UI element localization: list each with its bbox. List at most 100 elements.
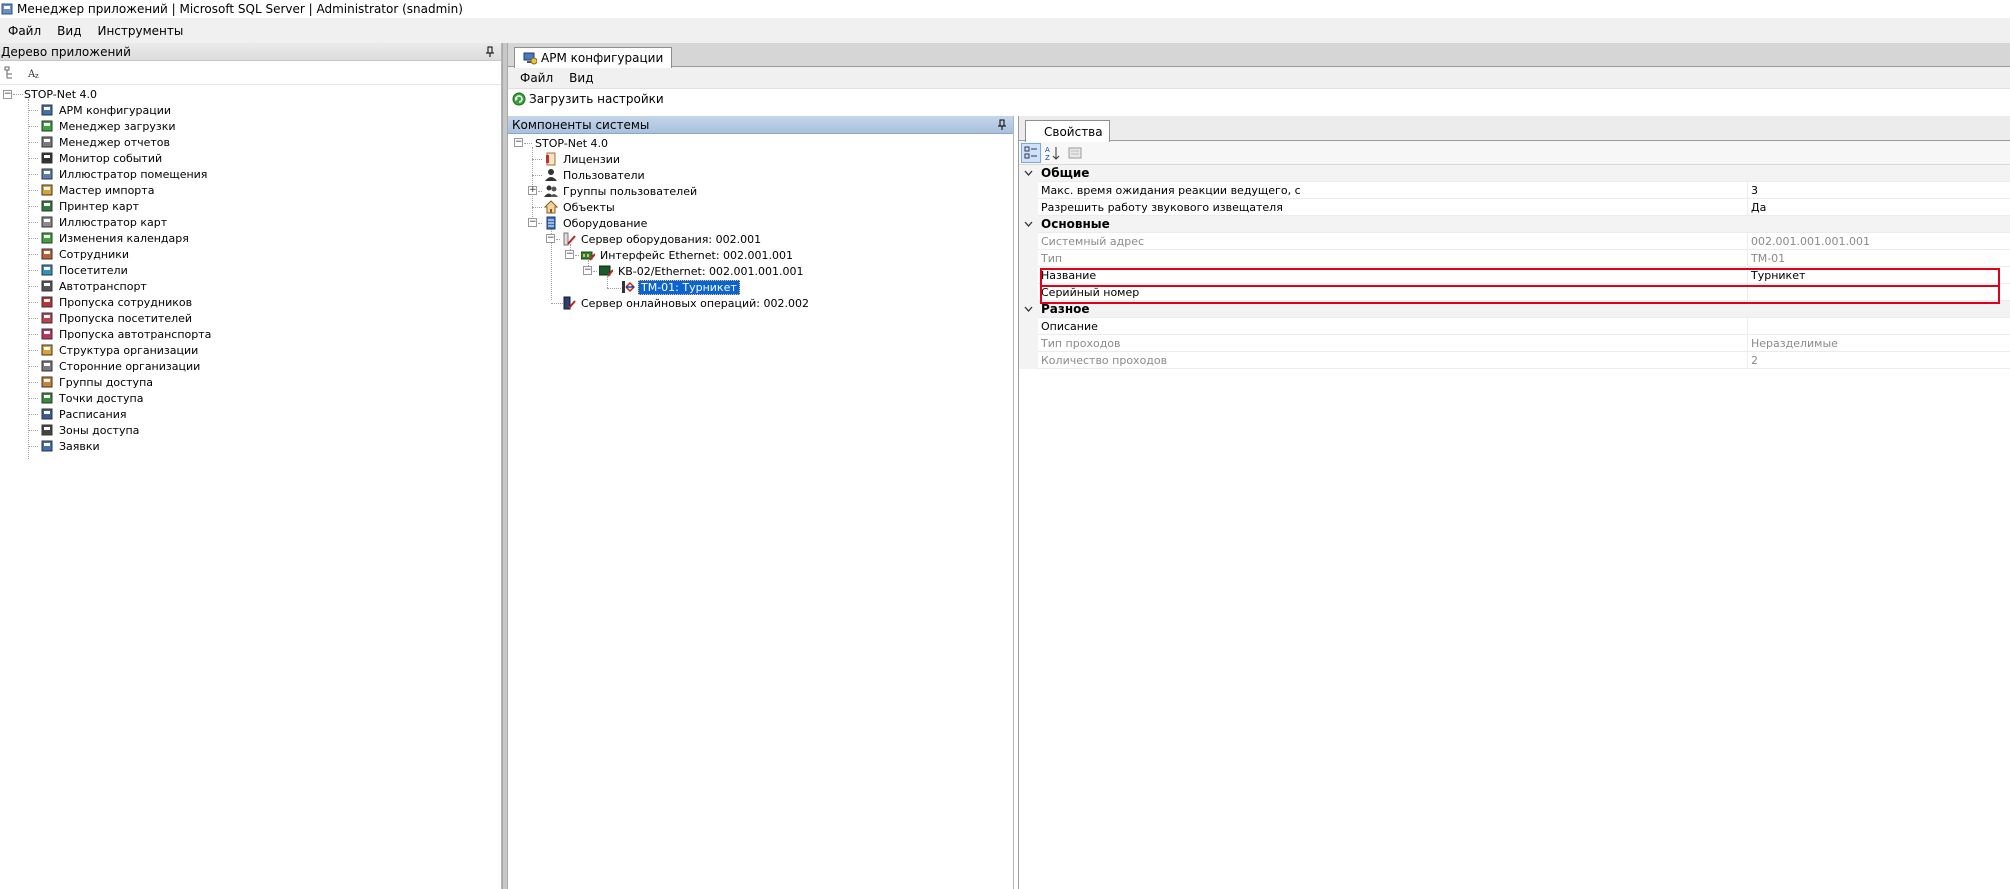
app-tree-item-label: Пропуска посетителей bbox=[59, 311, 193, 325]
user-groups-toggle[interactable]: + bbox=[528, 186, 537, 195]
categorized-view-button[interactable] bbox=[1021, 142, 1041, 163]
property-name: Макс. время ожидания реакции ведущего, с bbox=[1038, 181, 1748, 199]
access-zones-icon bbox=[41, 424, 53, 436]
alphabetical-view-button[interactable]: A Z bbox=[1043, 143, 1063, 163]
equipment-toggle[interactable]: − bbox=[528, 218, 537, 227]
menu-view[interactable]: Вид bbox=[49, 24, 89, 38]
node-equipment[interactable]: Оборудование bbox=[544, 215, 649, 231]
app-tree-item[interactable]: Посетители bbox=[40, 262, 130, 278]
document-toolbar: Загрузить настройки bbox=[508, 89, 2010, 109]
property-value[interactable]: Да bbox=[1748, 199, 2010, 216]
app-tree-item[interactable]: Принтер карт bbox=[40, 198, 141, 214]
tree-view-button[interactable] bbox=[2, 64, 20, 82]
controller-toggle[interactable]: − bbox=[583, 266, 592, 275]
row-gutter bbox=[1019, 181, 1038, 199]
property-row[interactable]: Тип проходов Неразделимые bbox=[1019, 334, 2010, 352]
controller-icon bbox=[599, 265, 613, 277]
root-collapse-toggle[interactable]: − bbox=[3, 90, 12, 99]
property-value[interactable]: Турникет bbox=[1748, 267, 2010, 284]
app-tree-item[interactable]: Структура организации bbox=[40, 342, 200, 358]
menu-tools[interactable]: Инструменты bbox=[89, 24, 191, 38]
category-general[interactable]: Общие bbox=[1019, 164, 2010, 182]
property-row-serial[interactable]: Серийный номер bbox=[1019, 283, 2010, 301]
workstation-config-icon bbox=[41, 104, 53, 116]
sort-alpha-button[interactable]: A z bbox=[26, 64, 44, 82]
collapse-main-icon[interactable] bbox=[1019, 215, 1038, 233]
app-tree-item[interactable]: Пропуска сотрудников bbox=[40, 294, 194, 310]
tree-root[interactable]: STOP-Net 4.0 bbox=[22, 86, 99, 102]
app-tree-item[interactable]: Пропуска посетителей bbox=[40, 310, 194, 326]
node-users-label: Пользователи bbox=[563, 168, 645, 182]
app-tree-item[interactable]: Автотранспорт bbox=[40, 278, 149, 294]
card-designer-icon bbox=[41, 216, 53, 228]
document-menu-bar: Файл Вид bbox=[508, 67, 2010, 89]
node-equipment-server[interactable]: Сервер оборудования: 002.001 bbox=[562, 231, 763, 247]
app-tree-item[interactable]: Группы доступа bbox=[40, 374, 155, 390]
property-pages-button[interactable] bbox=[1065, 143, 1085, 163]
load-settings-button[interactable]: Загрузить настройки bbox=[512, 92, 664, 106]
node-online-server[interactable]: Сервер онлайновых операций: 002.002 bbox=[562, 295, 811, 311]
property-value: 002.001.001.001.001 bbox=[1751, 234, 1870, 248]
app-tree-item[interactable]: Мастер импорта bbox=[40, 182, 156, 198]
property-row[interactable]: Количество проходов 2 bbox=[1019, 351, 2010, 369]
node-controller[interactable]: KB-02/Ethernet: 002.001.001.001 bbox=[599, 263, 806, 279]
doc-menu-view[interactable]: Вид bbox=[561, 71, 601, 85]
property-value[interactable]: 3 bbox=[1748, 182, 2010, 199]
eye-icon bbox=[41, 152, 53, 164]
user-group-icon bbox=[544, 185, 558, 197]
visitor-pass-icon bbox=[41, 312, 53, 324]
node-users[interactable]: Пользователи bbox=[544, 167, 647, 183]
node-turnstile[interactable]: TM-01: Турникет bbox=[621, 279, 740, 295]
property-row[interactable]: Тип TM-01 bbox=[1019, 249, 2010, 267]
property-row[interactable]: Описание bbox=[1019, 317, 2010, 335]
app-icon bbox=[1, 3, 13, 15]
pin-icon[interactable] bbox=[485, 46, 495, 58]
app-tree-item[interactable]: Пропуска автотранспорта bbox=[40, 326, 213, 342]
property-row[interactable]: Макс. время ожидания реакции ведущего, с… bbox=[1019, 181, 2010, 199]
tab-properties[interactable]: Свойства bbox=[1025, 120, 1110, 142]
schedule-icon bbox=[41, 408, 53, 420]
app-tree-item-label: Изменения календаря bbox=[59, 231, 189, 245]
app-tree-item[interactable]: Сторонние организации bbox=[40, 358, 202, 374]
components-root-toggle[interactable]: − bbox=[514, 138, 523, 147]
property-row[interactable]: Разрешить работу звукового извещателя Да bbox=[1019, 198, 2010, 216]
app-tree-item[interactable]: Расписания bbox=[40, 406, 129, 422]
app-tree-item[interactable]: Изменения календаря bbox=[40, 230, 191, 246]
app-tree-item[interactable]: Иллюстратор помещения bbox=[40, 166, 209, 182]
app-tree-item[interactable]: Зоны доступа bbox=[40, 422, 141, 438]
components-pin-icon[interactable] bbox=[997, 119, 1007, 131]
doc-menu-file[interactable]: Файл bbox=[512, 71, 561, 85]
node-ethernet-interface[interactable]: Интерфейс Ethernet: 002.001.001 bbox=[581, 247, 795, 263]
tree-view-icon bbox=[4, 66, 12, 78]
collapse-general-icon[interactable] bbox=[1019, 164, 1038, 182]
property-row[interactable]: Системный адрес 002.001.001.001.001 bbox=[1019, 232, 2010, 250]
category-main[interactable]: Основные bbox=[1019, 215, 2010, 233]
network-card-icon bbox=[581, 251, 595, 261]
app-tree-title: Дерево приложений bbox=[1, 44, 131, 59]
equipment-server-toggle[interactable]: − bbox=[546, 234, 555, 243]
ethernet-interface-toggle[interactable]: − bbox=[565, 250, 574, 259]
app-tree-item-label: Мастер импорта bbox=[59, 183, 155, 197]
app-tree-item[interactable]: АРМ конфигурации bbox=[40, 102, 173, 118]
app-tree-item[interactable]: Менеджер отчетов bbox=[40, 134, 172, 150]
app-tree-item[interactable]: Сотрудники bbox=[40, 246, 131, 262]
property-row-name[interactable]: Название Турникет bbox=[1019, 266, 2010, 284]
node-objects[interactable]: Объекты bbox=[544, 199, 617, 215]
app-tree-item[interactable]: Менеджер загрузки bbox=[40, 118, 177, 134]
collapse-misc-icon[interactable] bbox=[1019, 300, 1038, 318]
app-tree-item[interactable]: Иллюстратор карт bbox=[40, 214, 169, 230]
category-misc[interactable]: Разное bbox=[1019, 300, 2010, 318]
components-root[interactable]: STOP-Net 4.0 bbox=[533, 135, 610, 151]
row-gutter bbox=[1019, 232, 1038, 250]
tab-workstation-config[interactable]: АРМ конфигурации bbox=[514, 47, 673, 68]
app-tree-item[interactable]: Точки доступа bbox=[40, 390, 145, 406]
house-icon bbox=[544, 200, 558, 214]
menu-file[interactable]: Файл bbox=[0, 24, 49, 38]
app-tree-item[interactable]: Монитор событий bbox=[40, 150, 164, 166]
node-licenses[interactable]: Лицензии bbox=[544, 151, 622, 167]
property-value[interactable] bbox=[1748, 318, 2010, 335]
node-user-groups[interactable]: Группы пользователей bbox=[544, 183, 699, 199]
property-value[interactable] bbox=[1748, 284, 2010, 301]
app-tree-item[interactable]: Заявки bbox=[40, 438, 102, 454]
node-equipment-server-label: Сервер оборудования: 002.001 bbox=[581, 232, 762, 246]
